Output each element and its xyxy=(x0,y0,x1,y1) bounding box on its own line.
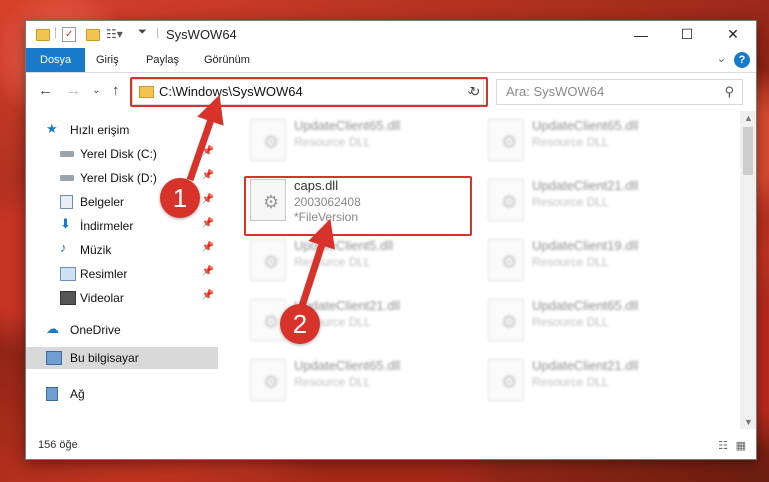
scrollbar-thumb[interactable] xyxy=(743,127,753,175)
minimize-button[interactable]: — xyxy=(618,21,664,48)
pin-icon[interactable]: 📌 xyxy=(202,290,214,301)
item-count: 156 öğe xyxy=(38,439,78,451)
search-input[interactable]: Ara: SysWOW64 xyxy=(506,84,604,99)
new-folder-icon[interactable] xyxy=(86,29,100,41)
star-icon: ★ xyxy=(46,121,58,136)
tab-file[interactable]: Dosya xyxy=(26,48,86,72)
title-bar: | ✓ ☷▾ ⏷ | SysWOW64 — ☐ ✕ xyxy=(26,21,756,48)
step-1-badge: 1 xyxy=(160,178,200,218)
tab-view[interactable]: Görünüm xyxy=(194,48,260,72)
music-icon: ♪ xyxy=(60,240,67,255)
address-highlight-box xyxy=(130,77,488,107)
documents-icon xyxy=(60,195,73,209)
vertical-scrollbar[interactable]: ▲ ▼ xyxy=(740,111,756,429)
gear-icon: ⚙ xyxy=(501,312,518,332)
step-2-badge: 2 xyxy=(280,304,320,344)
close-button[interactable]: ✕ xyxy=(710,21,756,48)
file-icon: ⚙ xyxy=(488,359,524,401)
maximize-button[interactable]: ☐ xyxy=(664,21,710,48)
videos-icon xyxy=(60,291,76,305)
file-item[interactable]: ⚙ UpdateClient21.dll Resource DLL xyxy=(484,355,684,407)
sidebar-item-this-pc[interactable]: Bu bilgisayar xyxy=(26,347,218,369)
separator: | xyxy=(54,25,58,39)
cloud-icon: ☁ xyxy=(46,321,59,336)
drive-icon xyxy=(60,151,74,157)
gear-icon: ⚙ xyxy=(263,372,280,392)
pictures-icon xyxy=(60,267,76,281)
qat-dropdown-icon[interactable]: ⏷ xyxy=(138,26,147,39)
file-icon: ⚙ xyxy=(250,359,286,401)
file-list: ⚙ UpdateClient65.dll Resource DLL ⚙ caps… xyxy=(236,111,736,429)
pin-icon[interactable]: 📌 xyxy=(202,218,214,229)
ribbon-tabs: Dosya Giriş Paylaş Görünüm ⌄ ? xyxy=(26,48,756,73)
file-icon: ⚙ xyxy=(488,119,524,161)
file-highlight-box xyxy=(244,176,472,236)
status-bar: 156 öğe ☷ ▦ xyxy=(26,431,756,459)
file-item[interactable]: ⚙ UpdateClient65.dll Resource DLL xyxy=(246,115,446,167)
file-icon: ⚙ xyxy=(250,119,286,161)
forward-button[interactable]: → xyxy=(66,82,81,99)
pin-icon[interactable]: 📌 xyxy=(202,170,214,181)
file-item[interactable]: ⚙ UpdateClient21.dll Resource DLL xyxy=(246,295,446,347)
pin-icon[interactable]: 📌 xyxy=(202,242,214,253)
scroll-down-icon[interactable]: ▼ xyxy=(744,417,753,427)
sidebar-item-disk-c[interactable]: Yerel Disk (C:) 📌 xyxy=(26,143,218,165)
sidebar-item-quick-access[interactable]: ★ Hızlı erişim xyxy=(26,119,218,141)
sidebar-item-downloads[interactable]: ⬇ İndirmeler 📌 xyxy=(26,215,218,237)
navigation-pane: ★ Hızlı erişim Yerel Disk (C:) 📌 Yerel D… xyxy=(26,111,218,429)
gear-icon: ⚙ xyxy=(501,372,518,392)
file-item[interactable]: ⚙ UpdateClient65.dll Resource DLL xyxy=(484,115,684,167)
file-icon: ⚙ xyxy=(488,299,524,341)
file-item[interactable]: ⚙ UpdateClient21.dll Resource DLL xyxy=(484,175,684,227)
sidebar-item-network[interactable]: Ağ xyxy=(26,383,218,405)
window-title: SysWOW64 xyxy=(166,27,237,42)
file-item[interactable]: ⚙ UpdateClient19.dll Resource DLL xyxy=(484,235,684,287)
pin-icon[interactable]: 📌 xyxy=(202,266,214,277)
details-view-icon[interactable]: ☷ xyxy=(718,439,728,452)
search-box[interactable]: Ara: SysWOW64 ⚲ xyxy=(496,79,743,105)
file-item[interactable]: ⚙ UpdateClient65.dll Resource DLL xyxy=(484,295,684,347)
recent-locations-button[interactable]: ⌄ xyxy=(92,85,100,96)
downloads-icon: ⬇ xyxy=(60,216,71,231)
pin-icon[interactable]: 📌 xyxy=(202,146,214,157)
gear-icon: ⚙ xyxy=(501,132,518,152)
file-icon: ⚙ xyxy=(488,179,524,221)
computer-icon xyxy=(46,351,62,365)
back-button[interactable]: ← xyxy=(38,82,53,99)
file-icon: ⚙ xyxy=(250,239,286,281)
pin-icon[interactable]: 📌 xyxy=(202,194,214,205)
gear-icon: ⚙ xyxy=(263,132,280,152)
file-item[interactable]: ⚙ UpdateClient65.dll Resource DLL xyxy=(246,355,446,407)
large-icons-view-icon[interactable]: ▦ xyxy=(736,439,746,452)
tab-home[interactable]: Giriş xyxy=(86,48,129,72)
network-icon xyxy=(46,387,58,401)
file-icon: ⚙ xyxy=(488,239,524,281)
sidebar-item-music[interactable]: ♪ Müzik 📌 xyxy=(26,239,218,261)
sidebar-item-videos[interactable]: Videolar 📌 xyxy=(26,287,218,309)
help-button[interactable]: ? xyxy=(734,52,750,68)
separator: | xyxy=(156,25,160,39)
sidebar-item-onedrive[interactable]: ☁ OneDrive xyxy=(26,319,218,341)
file-item[interactable]: ⚙ UpdateClient5.dll Resource DLL xyxy=(246,235,446,287)
up-button[interactable]: ↑ xyxy=(112,82,120,99)
gear-icon: ⚙ xyxy=(263,252,280,272)
customize-qat-icon[interactable]: ☷▾ xyxy=(106,27,123,41)
gear-icon: ⚙ xyxy=(501,192,518,212)
drive-icon xyxy=(60,175,74,181)
sidebar-item-pictures[interactable]: Resimler 📌 xyxy=(26,263,218,285)
tab-share[interactable]: Paylaş xyxy=(136,48,189,72)
gear-icon: ⚙ xyxy=(263,312,280,332)
search-icon[interactable]: ⚲ xyxy=(724,84,734,100)
chevron-down-icon[interactable]: ⌄ xyxy=(717,52,726,65)
properties-icon[interactable]: ✓ xyxy=(62,27,76,42)
scroll-up-icon[interactable]: ▲ xyxy=(744,113,753,123)
gear-icon: ⚙ xyxy=(501,252,518,272)
folder-icon xyxy=(36,29,50,41)
